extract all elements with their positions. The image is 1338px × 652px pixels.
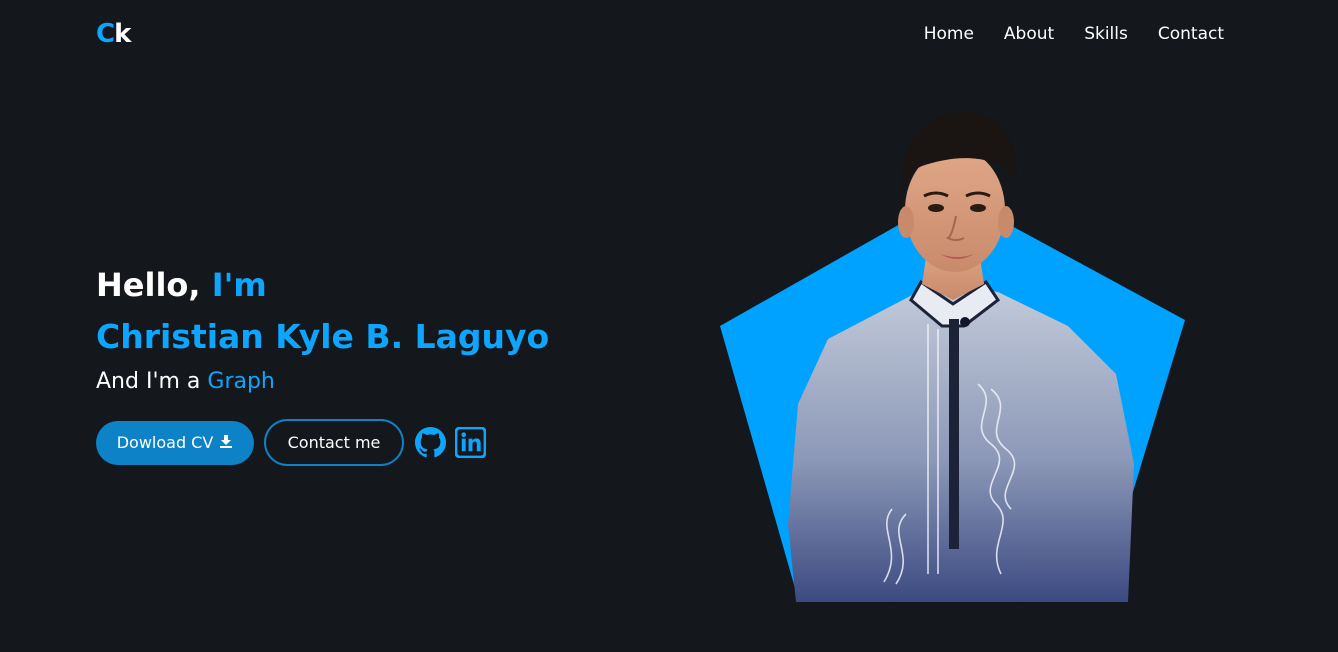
logo-letter-k: k: [114, 19, 131, 49]
github-icon[interactable]: [414, 427, 446, 459]
hero-actions: Dowload CV Contact me: [96, 419, 486, 466]
hero-name: Christian Kyle B. Laguyo: [96, 317, 550, 356]
logo[interactable]: Ck: [96, 19, 131, 49]
portfolio-page: Ck Home About Skills Contact Hello, I'm …: [0, 0, 1338, 652]
download-cv-button[interactable]: Dowload CV: [96, 420, 254, 465]
hero-greeting: Hello, I'm: [96, 264, 267, 306]
nav-about[interactable]: About: [1004, 23, 1054, 45]
nav-contact[interactable]: Contact: [1158, 23, 1224, 45]
profile-photo-graphic: [720, 112, 1185, 602]
greeting-text: Hello,: [96, 266, 212, 304]
placket-shape: [949, 319, 959, 549]
contact-me-button[interactable]: Contact me: [264, 419, 404, 466]
greeting-accent: I'm: [211, 266, 267, 304]
download-cv-label: Dowload CV: [116, 433, 214, 452]
social-links: [414, 427, 486, 459]
role-accent: Graph: [207, 369, 275, 394]
nav-skills[interactable]: Skills: [1084, 23, 1128, 45]
main-nav: Home About Skills Contact: [924, 23, 1224, 45]
nav-home[interactable]: Home: [924, 23, 974, 45]
role-prefix: And I'm a: [96, 369, 208, 394]
download-icon: [219, 433, 233, 452]
hero-image: [716, 104, 1190, 604]
hero-role: And I'm a Graph: [96, 367, 275, 397]
linkedin-icon[interactable]: [454, 427, 486, 459]
logo-letter-c: C: [96, 19, 115, 49]
